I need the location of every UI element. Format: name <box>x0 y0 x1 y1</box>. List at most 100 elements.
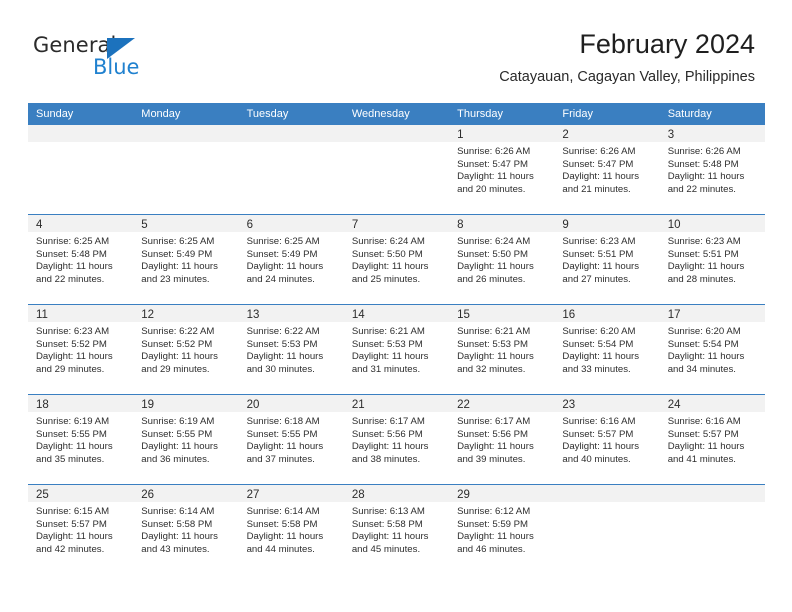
day-number-band <box>343 125 450 142</box>
day-info-line: Sunrise: 6:21 AM <box>351 326 425 337</box>
day-cell-20[interactable]: 20 Sunrise: 6:18 AM Sunset: 5:55 PM Dayligh… <box>238 395 344 484</box>
day-cell-2[interactable]: 2 Sunrise: 6:26 AM Sunset: 5:47 PM Daylight… <box>554 125 660 214</box>
day-info-line: Sunrise: 6:20 AM <box>562 326 636 337</box>
day-info-line: Sunset: 5:47 PM <box>562 158 634 170</box>
day-info-line: Daylight: 11 hours <box>457 351 534 363</box>
day-number-band: 28 <box>343 485 450 502</box>
day-info-line: Sunset: 5:50 PM <box>351 248 423 260</box>
day-info-line: Sunrise: 6:25 AM <box>36 236 110 247</box>
day-cell-27[interactable]: 27 Sunrise: 6:14 AM Sunset: 5:58 PM Dayligh… <box>238 485 344 575</box>
day-info-line: Daylight: 11 hours <box>667 261 745 273</box>
day-sun-info: Sunrise: 6:25 AM Sunset: 5:49 PM Daylight:… <box>133 232 238 287</box>
day-info-line: Daylight: 11 hours <box>36 261 113 273</box>
day-info-line: Sunrise: 6:25 AM <box>141 236 215 247</box>
day-cell-8[interactable]: 8 Sunrise: 6:24 AM Sunset: 5:50 PM Daylight… <box>449 215 555 304</box>
weekday-header-monday: Monday <box>141 108 181 120</box>
calendar-page: General Blue February 2024 Catayauan, Ca… <box>0 0 792 612</box>
day-number-band: 21 <box>343 395 450 412</box>
day-number: 14 <box>351 309 365 321</box>
day-info-line: Daylight: 11 hours <box>36 531 113 543</box>
day-cell-26[interactable]: 26 Sunrise: 6:14 AM Sunset: 5:58 PM Dayligh… <box>133 485 239 575</box>
day-info-line: Daylight: 11 hours <box>246 531 324 543</box>
day-cell-25[interactable]: 25 Sunrise: 6:15 AM Sunset: 5:57 PM Dayligh… <box>28 485 134 575</box>
day-info-line: Sunset: 5:50 PM <box>457 248 529 260</box>
day-info-line: Sunset: 5:55 PM <box>246 428 318 440</box>
day-number-band <box>238 125 344 142</box>
day-sun-info: Sunrise: 6:17 AM Sunset: 5:56 PM Daylight:… <box>344 412 449 467</box>
day-cell-4[interactable]: 4 Sunrise: 6:25 AM Sunset: 5:48 PM Daylight… <box>28 215 134 304</box>
day-number-band: 3 <box>659 125 765 142</box>
day-number-band <box>28 125 134 142</box>
day-cell-16[interactable]: 16 Sunrise: 6:20 AM Sunset: 5:54 PM Dayligh… <box>554 305 660 394</box>
day-info-line: and 29 minutes. <box>141 364 210 376</box>
day-cell-15[interactable]: 15 Sunrise: 6:21 AM Sunset: 5:53 PM Dayligh… <box>449 305 555 394</box>
day-info-line: and 42 minutes. <box>36 544 105 556</box>
day-cell-14[interactable]: 14 Sunrise: 6:21 AM Sunset: 5:53 PM Dayligh… <box>343 305 450 394</box>
day-info-line: Daylight: 11 hours <box>667 441 745 453</box>
day-number-band: 24 <box>659 395 765 412</box>
day-info-line: Sunrise: 6:16 AM <box>562 416 636 427</box>
day-sun-info <box>28 142 133 146</box>
day-number: 16 <box>562 309 576 321</box>
day-info-line: and 38 minutes. <box>351 454 421 466</box>
day-cell-11[interactable]: 11 Sunrise: 6:23 AM Sunset: 5:52 PM Dayligh… <box>28 305 134 394</box>
day-info-line: Daylight: 11 hours <box>246 351 324 363</box>
day-info-line: Daylight: 11 hours <box>351 441 429 453</box>
day-info-line: Sunset: 5:58 PM <box>141 518 213 530</box>
day-cell-10[interactable]: 10 Sunrise: 6:23 AM Sunset: 5:51 PM Dayligh… <box>659 215 765 304</box>
day-cell-empty <box>659 485 765 575</box>
day-cell-22[interactable]: 22 Sunrise: 6:17 AM Sunset: 5:56 PM Dayligh… <box>449 395 555 484</box>
day-cell-12[interactable]: 12 Sunrise: 6:22 AM Sunset: 5:52 PM Dayligh… <box>133 305 239 394</box>
page-title: February 2024 <box>579 29 755 59</box>
day-cell-9[interactable]: 9 Sunrise: 6:23 AM Sunset: 5:51 PM Daylight… <box>554 215 660 304</box>
day-info-line: Daylight: 11 hours <box>351 351 429 363</box>
day-cell-19[interactable]: 19 Sunrise: 6:19 AM Sunset: 5:55 PM Dayligh… <box>133 395 239 484</box>
day-info-line: Sunrise: 6:25 AM <box>246 236 320 247</box>
day-cell-24[interactable]: 24 Sunrise: 6:16 AM Sunset: 5:57 PM Dayligh… <box>659 395 765 484</box>
day-cell-13[interactable]: 13 Sunrise: 6:22 AM Sunset: 5:53 PM Dayligh… <box>238 305 344 394</box>
day-sun-info: Sunrise: 6:24 AM Sunset: 5:50 PM Daylight:… <box>449 232 554 287</box>
day-info-line: Sunset: 5:48 PM <box>667 158 739 170</box>
day-cell-empty <box>343 125 450 214</box>
day-number: 22 <box>457 399 470 411</box>
day-info-line: Sunrise: 6:13 AM <box>351 506 425 517</box>
calendar-grid: Sunday Monday Tuesday Wednesday Thursday Frid… <box>28 103 765 575</box>
day-number: 24 <box>667 399 681 411</box>
day-cell-29[interactable]: 29 Sunrise: 6:12 AM Sunset: 5:59 PM Dayligh… <box>449 485 555 575</box>
day-sun-info: Sunrise: 6:23 AM Sunset: 5:52 PM Daylight:… <box>28 322 133 377</box>
day-cell-21[interactable]: 21 Sunrise: 6:17 AM Sunset: 5:56 PM Dayligh… <box>343 395 450 484</box>
day-info-line: Sunset: 5:56 PM <box>351 428 423 440</box>
day-sun-info: Sunrise: 6:16 AM Sunset: 5:57 PM Daylight:… <box>554 412 659 467</box>
day-cell-17[interactable]: 17 Sunrise: 6:20 AM Sunset: 5:54 PM Dayligh… <box>659 305 765 394</box>
day-number-band: 16 <box>554 305 660 322</box>
day-number-band: 2 <box>554 125 660 142</box>
day-info-line: Sunset: 5:58 PM <box>246 518 318 530</box>
day-cell-18[interactable]: 18 Sunrise: 6:19 AM Sunset: 5:55 PM Dayligh… <box>28 395 134 484</box>
day-number-band: 27 <box>238 485 344 502</box>
day-number: 9 <box>562 219 569 231</box>
day-info-line: and 35 minutes. <box>36 454 105 466</box>
day-cell-7[interactable]: 7 Sunrise: 6:24 AM Sunset: 5:50 PM Daylight… <box>343 215 450 304</box>
day-sun-info: Sunrise: 6:19 AM Sunset: 5:55 PM Daylight:… <box>28 412 133 467</box>
day-info-line: Sunset: 5:48 PM <box>36 248 107 260</box>
day-cell-1[interactable]: 1 Sunrise: 6:26 AM Sunset: 5:47 PM Daylight… <box>449 125 555 214</box>
day-number: 2 <box>562 129 569 141</box>
day-info-line: Sunrise: 6:24 AM <box>351 236 425 247</box>
day-info-line: and 27 minutes. <box>562 274 631 286</box>
day-cell-6[interactable]: 6 Sunrise: 6:25 AM Sunset: 5:49 PM Daylight… <box>238 215 344 304</box>
day-sun-info <box>660 502 765 506</box>
day-sun-info: Sunrise: 6:22 AM Sunset: 5:52 PM Daylight:… <box>133 322 238 377</box>
day-cell-empty <box>133 125 239 214</box>
day-number-band: 15 <box>449 305 555 322</box>
day-sun-info: Sunrise: 6:17 AM Sunset: 5:56 PM Daylight:… <box>449 412 554 467</box>
day-info-line: and 33 minutes. <box>562 364 631 376</box>
day-number: 13 <box>246 309 260 321</box>
day-info-line: and 34 minutes. <box>667 364 736 376</box>
day-cell-23[interactable]: 23 Sunrise: 6:16 AM Sunset: 5:57 PM Dayligh… <box>554 395 660 484</box>
day-info-line: Daylight: 11 hours <box>562 171 640 183</box>
day-info-line: Sunset: 5:55 PM <box>36 428 107 440</box>
day-number: 4 <box>36 219 43 231</box>
day-cell-28[interactable]: 28 Sunrise: 6:13 AM Sunset: 5:58 PM Dayligh… <box>343 485 450 575</box>
day-cell-5[interactable]: 5 Sunrise: 6:25 AM Sunset: 5:49 PM Daylight… <box>133 215 239 304</box>
day-cell-3[interactable]: 3 Sunrise: 6:26 AM Sunset: 5:48 PM Daylight… <box>659 125 765 214</box>
